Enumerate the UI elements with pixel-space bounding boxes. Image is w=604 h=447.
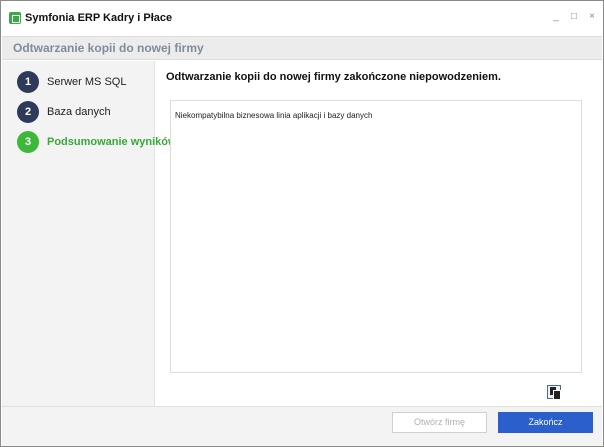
finish-button[interactable]: Zakończ <box>498 412 593 433</box>
step-label: Baza danych <box>47 106 111 118</box>
step-number-badge: 1 <box>17 71 39 93</box>
result-text-area[interactable]: Niekompatybilna biznesowa linia aplikacj… <box>170 100 582 373</box>
step-label: Serwer MS SQL <box>47 76 127 88</box>
wizard-steps-sidebar: 1 Serwer MS SQL 2 Baza danych 3 Podsumow… <box>2 61 177 406</box>
open-company-button[interactable]: Otwórz firmę <box>392 412 487 433</box>
step-database: 2 Baza danych <box>17 101 157 125</box>
minimize-button[interactable]: _ <box>549 10 563 24</box>
step-label: Podsumowanie wyników <box>47 136 177 148</box>
close-button[interactable]: × <box>585 10 599 24</box>
app-logo-icon <box>9 12 21 24</box>
step-server-ms-sql: 1 Serwer MS SQL <box>17 71 157 95</box>
step-number-badge: 3 <box>17 131 39 153</box>
title-bar: Symfonia ERP Kadry i Płace _ □ × <box>1 1 603 34</box>
window-title: Symfonia ERP Kadry i Płace <box>25 12 173 24</box>
result-message: Niekompatybilna biznesowa linia aplikacj… <box>175 111 373 120</box>
wizard-header: Odtwarzanie kopii do nowej firmy <box>2 36 602 60</box>
app-window: Symfonia ERP Kadry i Płace _ □ × Odtwarz… <box>0 0 604 447</box>
page-title: Odtwarzanie kopii do nowej firmy <box>13 41 204 55</box>
step-summary: 3 Podsumowanie wyników <box>17 131 177 155</box>
step-number-badge: 2 <box>17 101 39 123</box>
maximize-button[interactable]: □ <box>567 10 581 24</box>
result-heading: Odtwarzanie kopii do nowej firmy zakończ… <box>166 71 501 83</box>
copy-icon[interactable] <box>547 385 561 400</box>
